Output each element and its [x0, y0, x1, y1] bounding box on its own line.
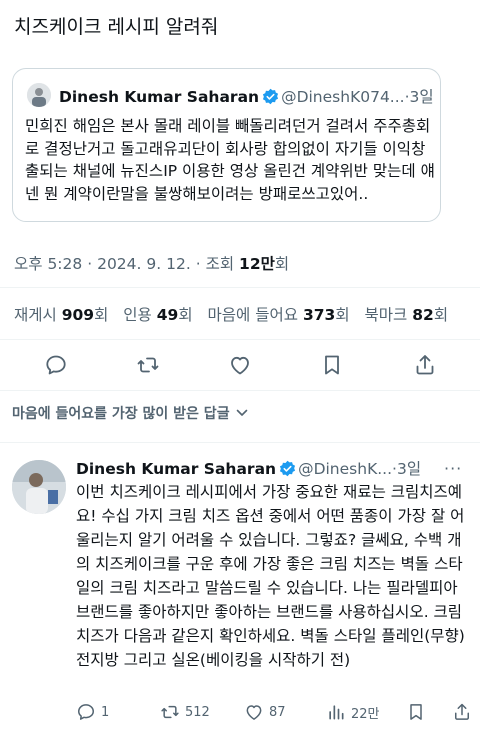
- post-date[interactable]: 2024. 9. 12.: [97, 255, 191, 273]
- analytics-icon: [329, 705, 344, 720]
- divider: [0, 287, 480, 288]
- avatar-image: [12, 460, 66, 514]
- stats-row: 재게시 909회 인용 49회 마음에 들어요 373회 북마크 82회: [14, 303, 448, 325]
- page-title: 치즈케이크 레시피 알려줘: [14, 16, 219, 38]
- quoted-post-header: Dinesh Kumar Saharan @DineshK074...·3일: [59, 85, 434, 107]
- like-count: 87: [269, 704, 286, 720]
- views-label: 조회: [205, 255, 235, 273]
- divider: [0, 339, 480, 340]
- bookmark-icon: [410, 704, 422, 720]
- reply-count: 1: [101, 704, 110, 720]
- post-meta: 오후 5:28 · 2024. 9. 12. · 조회 12만회: [14, 252, 289, 274]
- stat-reposts[interactable]: 재게시 909회: [14, 306, 108, 324]
- reply-icon: [78, 704, 94, 720]
- post-time[interactable]: 3일: [397, 460, 421, 478]
- chevron-down-icon: [237, 409, 248, 416]
- bookmark-button[interactable]: [406, 700, 431, 724]
- avatar[interactable]: [27, 83, 51, 107]
- heart-icon[interactable]: [228, 353, 252, 377]
- views-button[interactable]: 22만: [326, 700, 380, 724]
- avatar[interactable]: [12, 460, 66, 514]
- divider: [0, 390, 480, 391]
- retweet-count: 512: [185, 704, 210, 720]
- retweet-button[interactable]: 512: [160, 700, 210, 724]
- reply-button[interactable]: 1: [76, 700, 109, 724]
- stat-quotes[interactable]: 인용 49회: [123, 306, 192, 324]
- reply-text: 이번 치즈케이크 레시피에서 가장 중요한 재료는 크림치즈예요! 수십 가지 …: [76, 483, 465, 669]
- views-count: 22만: [351, 706, 380, 722]
- bookmark-icon[interactable]: [320, 353, 344, 377]
- retweet-icon: [161, 705, 179, 719]
- author-handle[interactable]: @DineshK...: [298, 460, 392, 478]
- share-icon[interactable]: [413, 353, 437, 377]
- avatar-image: [27, 83, 51, 107]
- post-time[interactable]: 3일: [410, 88, 434, 106]
- separator: ·: [195, 255, 201, 273]
- separator: ·: [87, 255, 93, 273]
- retweet-icon[interactable]: [136, 353, 160, 377]
- like-button[interactable]: 87: [244, 700, 286, 724]
- author-name[interactable]: Dinesh Kumar Saharan: [76, 460, 276, 478]
- share-icon: [455, 703, 469, 720]
- views-unit: 회: [274, 255, 290, 273]
- quoted-post-text: 민희진 해임은 본사 몰래 레이블 빼돌리려던거 걸려서 주주총회로 결정난거고…: [25, 117, 435, 203]
- stat-bookmarks[interactable]: 북마크 82회: [365, 306, 449, 324]
- more-options-icon[interactable]: ···: [444, 459, 462, 478]
- verified-badge-icon: [279, 460, 296, 477]
- reply-action-bar: 1 512 87 22만: [76, 700, 480, 724]
- author-name[interactable]: Dinesh Kumar Saharan: [59, 88, 259, 106]
- heart-icon: [246, 705, 262, 720]
- share-button[interactable]: [452, 700, 477, 724]
- post-time[interactable]: 오후 5:28: [14, 255, 82, 273]
- sort-label: 마음에 들어요를 가장 많이 받은 답글: [12, 406, 230, 422]
- stat-likes[interactable]: 마음에 들어요 373회: [208, 306, 350, 324]
- divider: [0, 442, 480, 443]
- reply-header: Dinesh Kumar Saharan @DineshK...·3일: [76, 457, 421, 479]
- author-handle[interactable]: @DineshK074...: [281, 88, 405, 106]
- verified-badge-icon: [262, 88, 279, 105]
- views-count: 12만: [239, 255, 275, 273]
- quoted-post-card[interactable]: Dinesh Kumar Saharan @DineshK074...·3일 민희…: [12, 68, 441, 222]
- reply-icon[interactable]: [44, 353, 68, 377]
- reply-sort-selector[interactable]: 마음에 들어요를 가장 많이 받은 답글: [12, 403, 248, 423]
